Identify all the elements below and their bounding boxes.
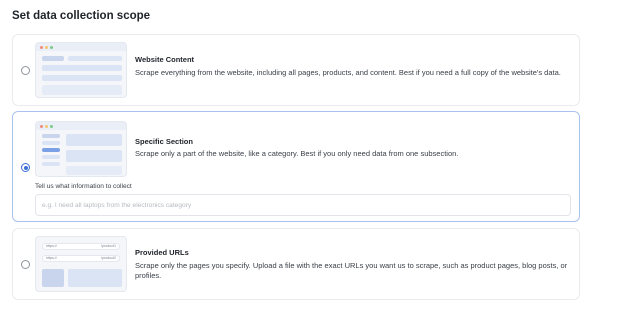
collect-info-input[interactable] (35, 194, 571, 216)
option-description: Scrape only the pages you specify. Uploa… (135, 261, 568, 280)
website-content-radio[interactable] (21, 66, 30, 75)
page-title: Set data collection scope (12, 10, 151, 22)
provided-urls-illustration: https:///product1 https:///product2 (35, 236, 127, 292)
option-description: Scrape everything from the website, incl… (135, 68, 561, 77)
url-row: https:///product1 (42, 243, 120, 250)
option-description: Scrape only a part of the website, like … (135, 149, 459, 158)
option-provided-urls[interactable]: https:///product1 https:///product2 Prov… (12, 228, 580, 300)
option-title: Specific Section (135, 137, 193, 146)
option-title: Website Content (135, 55, 195, 64)
website-content-illustration (35, 42, 127, 98)
specific-section-illustration (35, 121, 127, 177)
url-row: https:///product2 (42, 255, 120, 262)
option-title: Provided URLs (135, 248, 189, 257)
collect-info-label: Tell us what information to collect (35, 183, 132, 190)
option-specific-section[interactable]: Specific Section Scrape only a part of t… (12, 111, 580, 222)
specific-section-radio[interactable] (21, 163, 30, 172)
provided-urls-radio[interactable] (21, 260, 30, 269)
option-website-content[interactable]: Website Content Scrape everything from t… (12, 34, 580, 106)
